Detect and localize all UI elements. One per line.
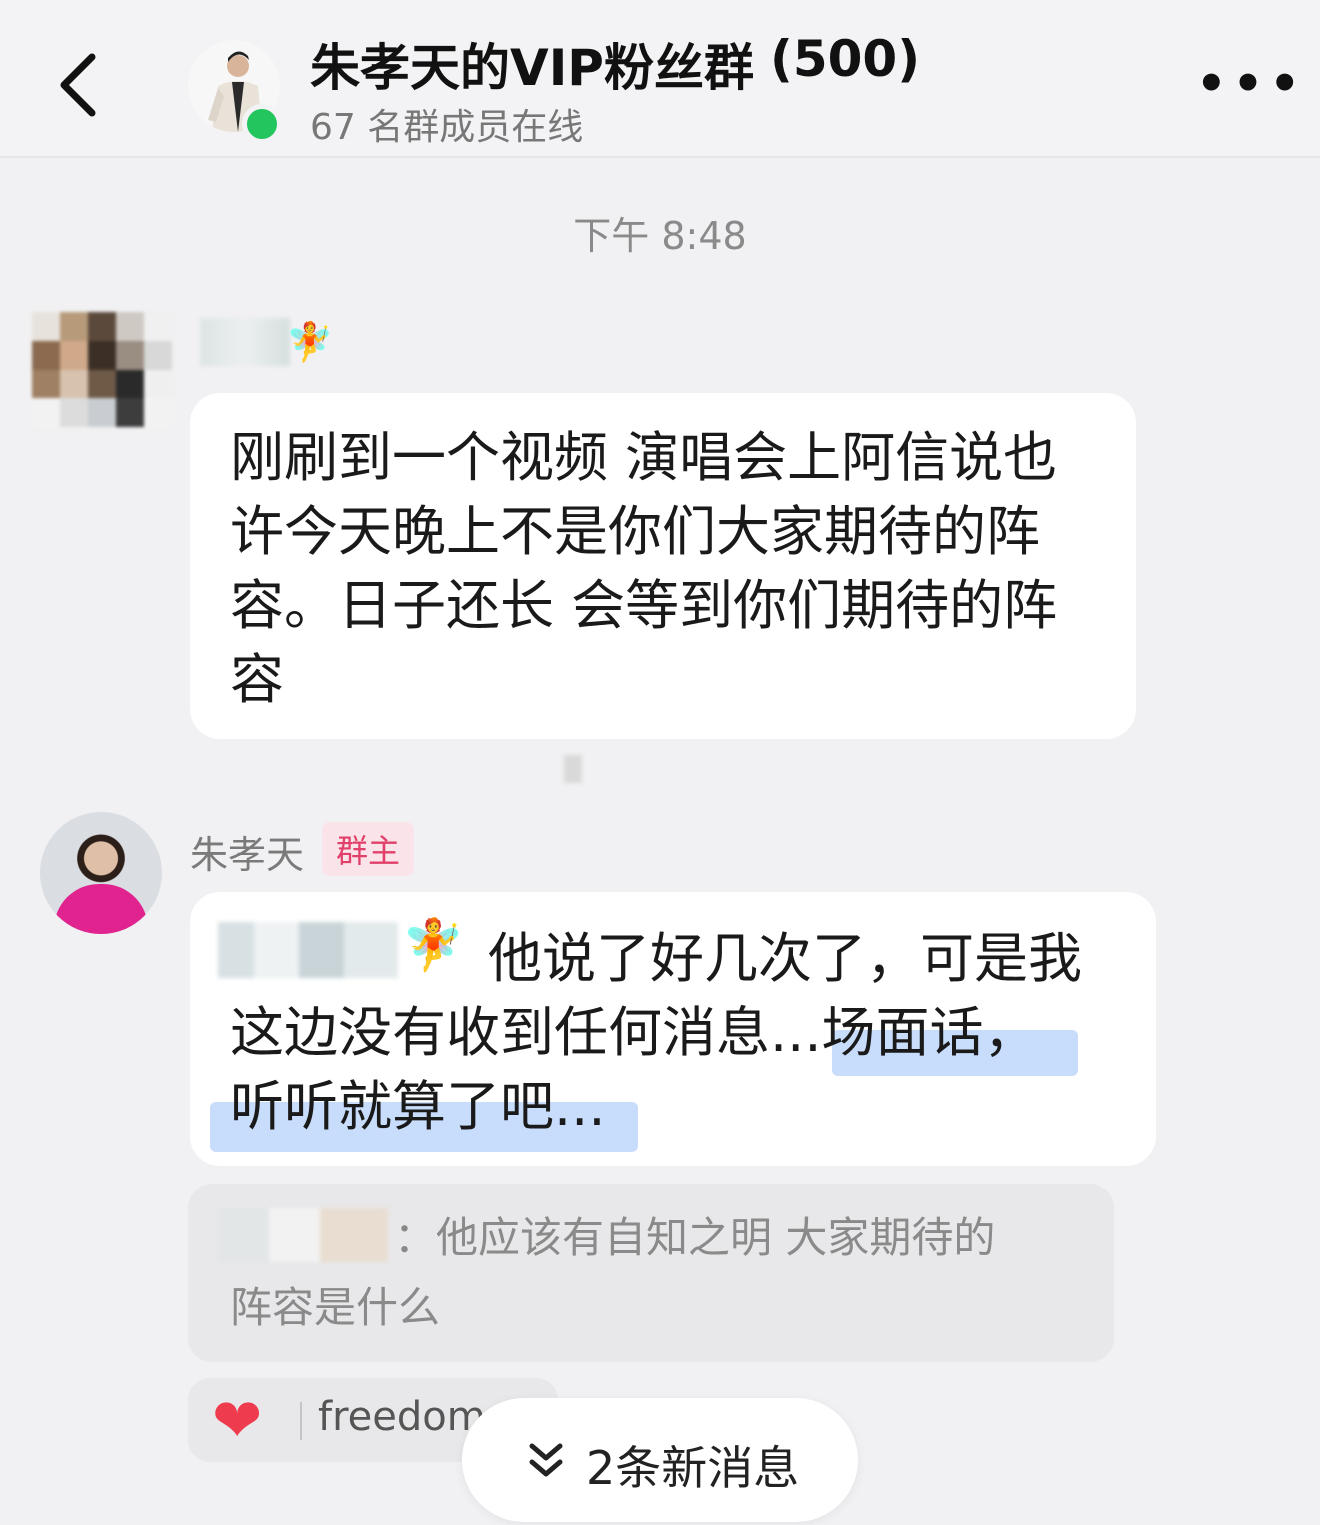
back-arrow-icon[interactable] xyxy=(50,45,110,125)
reaction-separator xyxy=(300,1402,302,1440)
fairy-icon: 🧚 xyxy=(286,320,334,364)
quoted-reply[interactable]: ： 他应该有自知之明 大家期待的 阵容是什么 xyxy=(188,1184,1114,1362)
more-options-button[interactable]: ••• xyxy=(1196,60,1300,108)
new-messages-label: 2条新消息 xyxy=(586,1441,800,1495)
group-owner-badge: 群主 xyxy=(322,822,415,876)
reaction-user: freedom xyxy=(318,1394,486,1440)
fairy-icon: 🧚 xyxy=(402,916,465,974)
group-member-count: (500) xyxy=(770,30,921,88)
message-bubble[interactable]: 刚刷到一个视频 演唱会上阿信说也 许今天晚上不是你们大家期待的阵 容。日子还长 … xyxy=(190,393,1136,739)
sender-avatar-blurred[interactable] xyxy=(32,312,172,427)
quoted-name-blurred xyxy=(218,1208,388,1262)
message-line: 刚刷到一个视频 演唱会上阿信说也 xyxy=(230,426,1058,489)
message-line: 许今天晚上不是你们大家期待的阵 xyxy=(230,500,1040,563)
heart-icon: ❤ xyxy=(212,1386,263,1456)
online-member-status: 67 名群成员在线 xyxy=(310,107,584,148)
message-timestamp: 下午 8:48 xyxy=(573,214,747,258)
message-line: 听听就算了吧... xyxy=(230,1075,606,1138)
chat-header: 朱孝天的VIP粉丝群 (500) 67 名群成员在线 ••• xyxy=(0,0,1320,158)
quote-line: 他应该有自知之明 大家期待的 xyxy=(436,1213,996,1262)
sender-name-blurred xyxy=(200,318,290,366)
double-chevron-down-icon xyxy=(529,1443,563,1477)
new-messages-button[interactable]: 2条新消息 xyxy=(462,1398,858,1522)
message-line: 容 xyxy=(230,648,284,711)
quote-line: 阵容是什么 xyxy=(230,1283,441,1332)
sender-name[interactable]: 朱孝天 xyxy=(190,824,304,879)
group-title: 朱孝天的VIP粉丝群 xyxy=(310,39,754,97)
message-line: 容。日子还长 会等到你们期待的阵 xyxy=(230,574,1058,637)
message-line: 这边没有收到任何消息...场面话， xyxy=(230,1001,1038,1064)
divider-mark xyxy=(564,755,582,783)
mention-name-blurred xyxy=(218,922,398,978)
message-line: 他说了好几次了，可是我 xyxy=(488,927,1082,990)
message-bubble[interactable]: 🧚 他说了好几次了，可是我 这边没有收到任何消息...场面话， 听听就算了吧..… xyxy=(190,892,1156,1166)
host-avatar[interactable] xyxy=(40,812,162,934)
online-indicator xyxy=(242,104,282,144)
quote-separator: ： xyxy=(394,1213,437,1262)
